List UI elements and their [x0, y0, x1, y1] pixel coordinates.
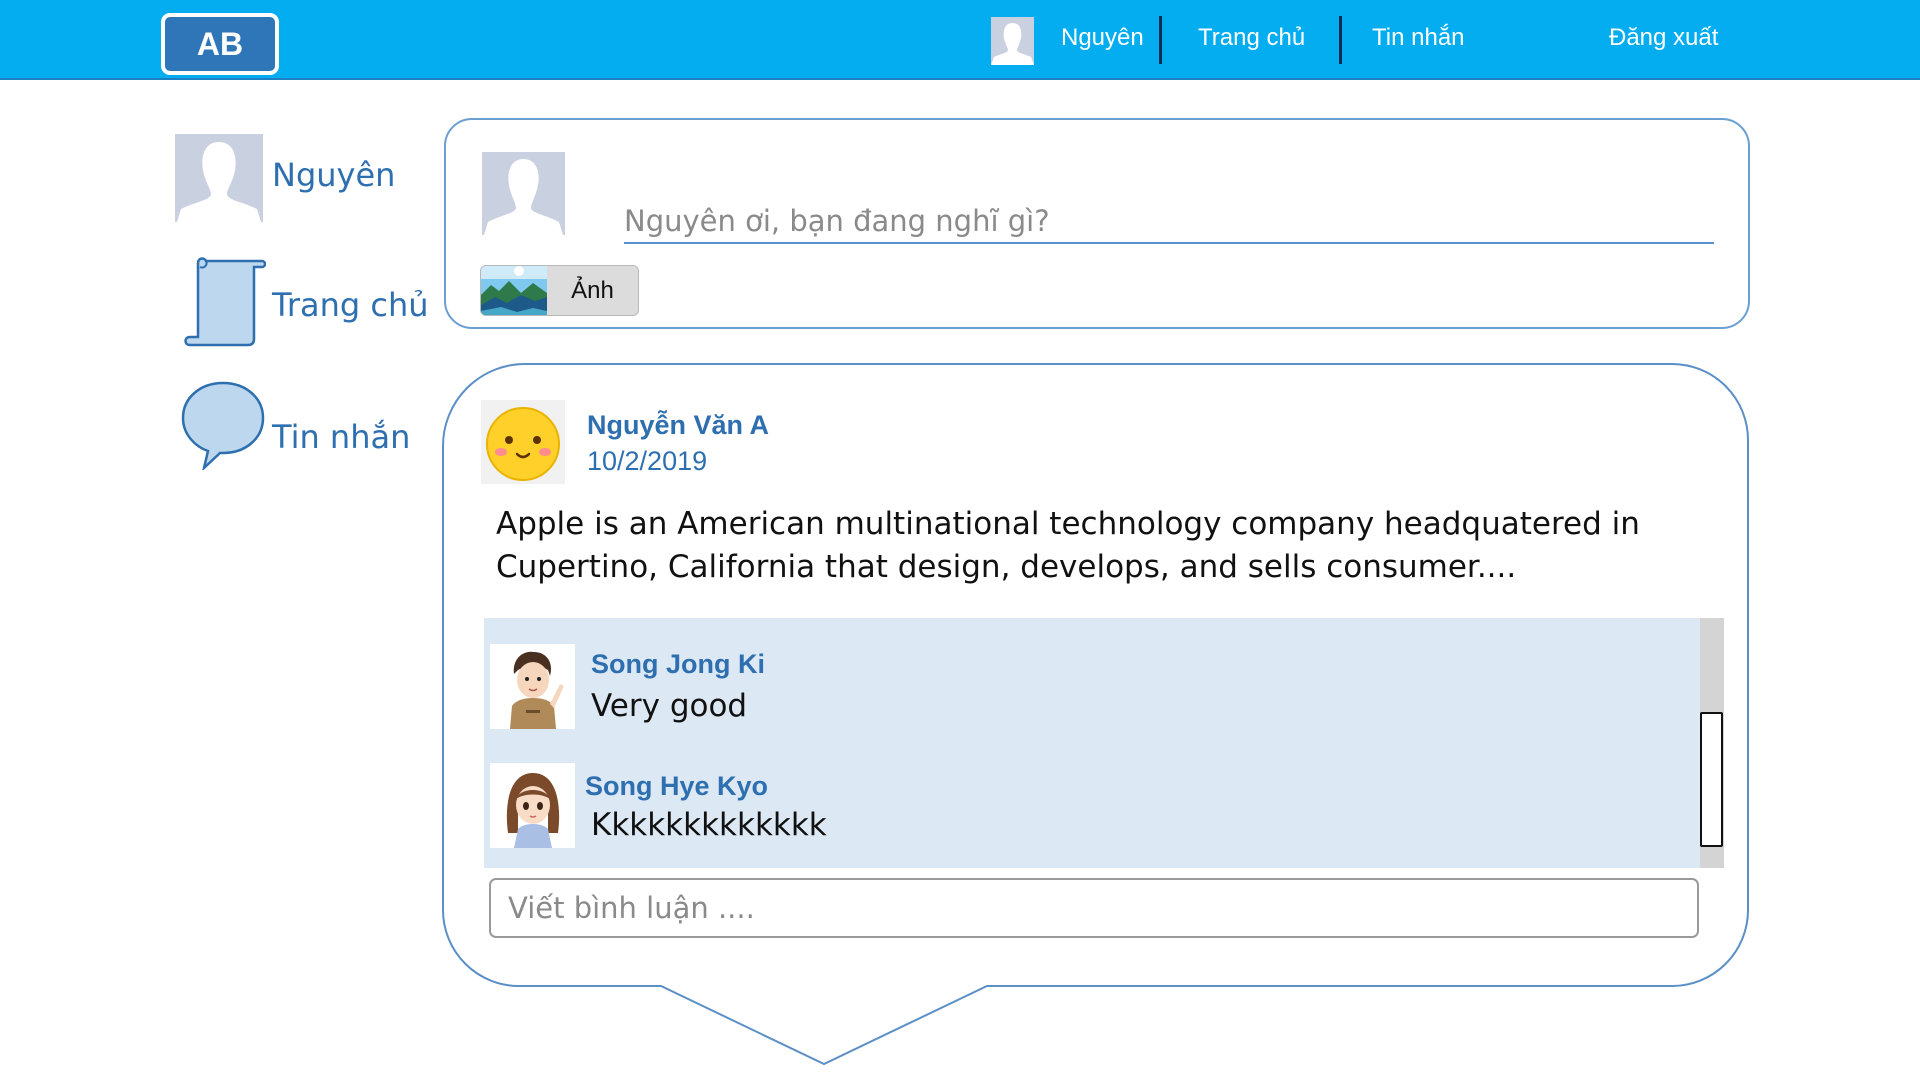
- comment-input[interactable]: [489, 878, 1699, 938]
- commenter-name[interactable]: Song Jong Ki: [591, 649, 765, 680]
- comment-text: Kkkkkkkkkkkkk: [591, 807, 827, 843]
- commenter-avatar-icon[interactable]: [490, 763, 575, 848]
- post-author-name[interactable]: Nguyễn Văn A: [587, 410, 769, 441]
- post-date: 10/2/2019: [587, 446, 708, 476]
- comments-scrollbar-thumb[interactable]: [1700, 712, 1723, 847]
- commenter-name[interactable]: Song Hye Kyo: [585, 771, 768, 802]
- comment-text: Very good: [591, 688, 748, 724]
- author-avatar-icon[interactable]: [481, 400, 565, 484]
- post-body: Apple is an American multinational techn…: [496, 506, 1640, 585]
- commenter-avatar-icon[interactable]: [490, 644, 575, 729]
